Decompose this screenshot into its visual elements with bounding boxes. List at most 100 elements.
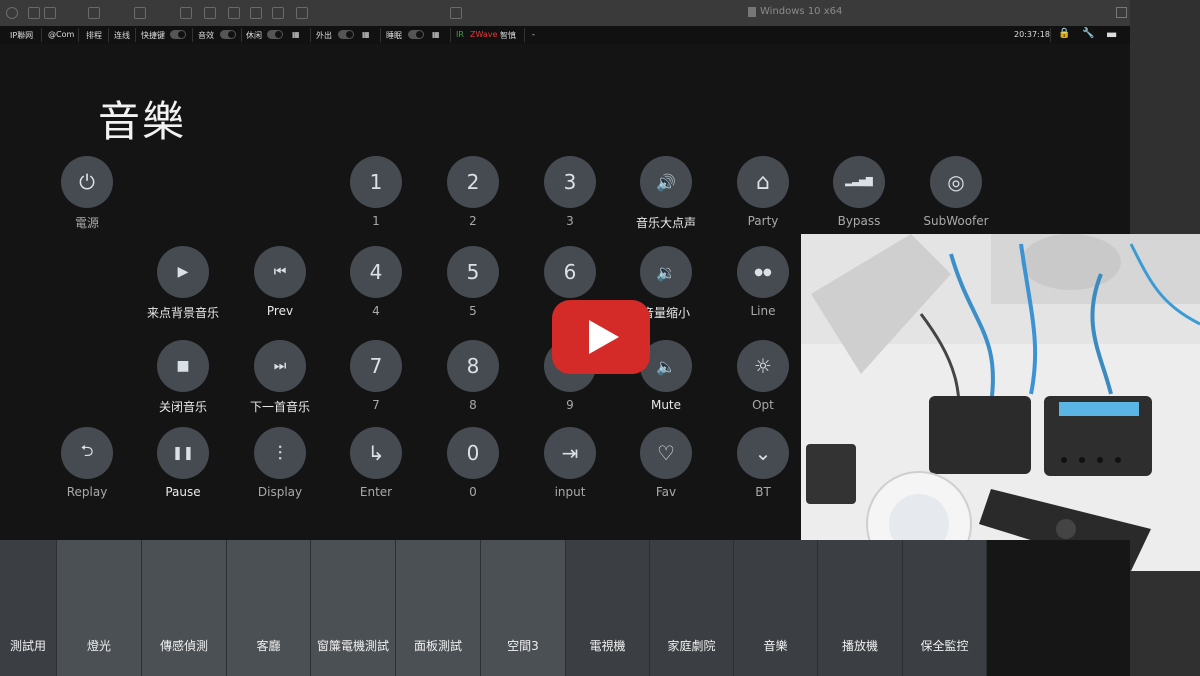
target-icon: ◎ [930, 156, 982, 208]
enter-button[interactable]: ↳ Enter [321, 427, 431, 499]
vm-screen-icon[interactable] [204, 7, 216, 19]
digit-7-icon: 7 [350, 340, 402, 392]
skip-back-icon: ⏮ [254, 246, 306, 298]
calendar-icon[interactable]: ▦ [292, 30, 300, 39]
toolbar-item[interactable]: 快捷键 [141, 30, 165, 41]
lock-icon[interactable]: 🔒 [1058, 28, 1070, 39]
digit-5-icon: 5 [447, 246, 499, 298]
vm-network-icon[interactable] [228, 7, 240, 19]
vm-drive-icon[interactable] [134, 7, 146, 19]
play-background-music-button[interactable]: ▶ 来点背景音乐 [128, 246, 238, 321]
digit-6-icon: 6 [544, 246, 596, 298]
input-button[interactable]: ⇥ input [515, 427, 625, 499]
replay-icon: ⮌ [61, 427, 113, 479]
vm-pause-icon[interactable] [28, 7, 40, 19]
fav-button[interactable]: ♡ Fav [611, 427, 721, 499]
tab-sensors[interactable]: 傳感偵測 [142, 540, 227, 676]
toolbar-item[interactable]: @Com [48, 30, 74, 39]
calendar-icon[interactable]: ▦ [362, 30, 370, 39]
party-button[interactable]: ⌂ Party [708, 156, 818, 228]
digit-8-icon: 8 [447, 340, 499, 392]
play-icon: ▶ [157, 246, 209, 298]
page-title: 音樂 [98, 97, 187, 146]
display-button[interactable]: ⫶ Display [225, 427, 335, 499]
digit-4-button[interactable]: 44 [321, 246, 431, 318]
toolbar-item[interactable]: 排程 [86, 30, 102, 41]
vm-snapshot-icon[interactable] [44, 7, 56, 19]
vm-share-icon[interactable] [296, 7, 308, 19]
chevron-icon: ⌄ [737, 427, 789, 479]
bottom-tab-bar: 測試用 燈光 傳感偵測 客廳 窗簾電機測試 面板測試 空間3 電視機 家庭劇院 … [0, 540, 987, 676]
digit-2-icon: 2 [447, 156, 499, 208]
digit-3-icon: 3 [544, 156, 596, 208]
line-input-icon: ●● [737, 246, 789, 298]
vm-document-icon [748, 7, 756, 17]
stop-music-button[interactable]: ■ 关闭音乐 [128, 340, 238, 415]
digit-0-icon: 0 [447, 427, 499, 479]
input-icon: ⇥ [544, 427, 596, 479]
digit-0-button[interactable]: 00 [418, 427, 528, 499]
toolbar-item[interactable]: IP聯网 [10, 30, 33, 41]
wrench-icon[interactable]: 🔧 [1082, 28, 1094, 39]
tab-curtain-motor-test[interactable]: 窗簾電機測試 [311, 540, 396, 676]
replay-button[interactable]: ⮌ Replay [32, 427, 142, 499]
tab-lighting[interactable]: 燈光 [57, 540, 142, 676]
hardware-photo [801, 234, 1200, 571]
vm-restore-icon[interactable] [1116, 7, 1127, 18]
enter-arrow-icon: ↳ [350, 427, 402, 479]
tab-panel-test[interactable]: 面板測試 [396, 540, 481, 676]
tab-bar-filler [987, 540, 1130, 676]
vm-settings-icon[interactable] [88, 7, 100, 19]
tab-home-theater[interactable]: 家庭劇院 [650, 540, 734, 676]
youtube-play-icon[interactable] [552, 300, 650, 374]
toolbar-item[interactable]: 连线 [114, 30, 130, 41]
digit-1-button[interactable]: 11 [321, 156, 431, 228]
digit-8-button[interactable]: 88 [418, 340, 528, 412]
digit-2-button[interactable]: 22 [418, 156, 528, 228]
tab-test[interactable]: 測試用 [0, 540, 57, 676]
sleep-toggle[interactable] [408, 30, 424, 39]
digit-5-button[interactable]: 55 [418, 246, 528, 318]
digit-1-icon: 1 [350, 156, 402, 208]
next-track-button[interactable]: ⏭ 下一首音乐 [225, 340, 335, 415]
vm-titlebar: Windows 10 x64 [0, 0, 1130, 27]
stop-icon: ■ [157, 340, 209, 392]
volume-down-icon: 🔉 [640, 246, 692, 298]
status-dash: - [532, 30, 535, 39]
toolbar-item[interactable]: 音效 [198, 30, 214, 41]
tab-tv[interactable]: 電視機 [566, 540, 650, 676]
toolbar-item[interactable]: 睡眠 [386, 30, 402, 41]
vm-audio-icon[interactable] [250, 7, 262, 19]
toolbar-item[interactable]: 休闲 [246, 30, 262, 41]
digit-4-icon: 4 [350, 246, 402, 298]
volume-loud-button[interactable]: 🔊 音乐大点声 [611, 156, 721, 231]
vm-menu-icon[interactable] [6, 7, 18, 19]
clock: 20:37:18 [1014, 30, 1050, 39]
leisure-toggle[interactable] [267, 30, 283, 39]
video-overlay[interactable] [801, 234, 1200, 571]
digit-3-button[interactable]: 33 [515, 156, 625, 228]
tab-space-3[interactable]: 空間3 [481, 540, 566, 676]
toolbar-item[interactable]: 外出 [316, 30, 332, 41]
vm-back-icon[interactable] [180, 7, 192, 19]
tab-living-room[interactable]: 客廳 [227, 540, 311, 676]
tab-security[interactable]: 保全監控 [903, 540, 987, 676]
vm-window-icon[interactable] [450, 7, 462, 19]
bypass-button[interactable]: ▂▃▅▇ Bypass [804, 156, 914, 228]
sliders-icon: ⫶ [254, 427, 306, 479]
subwoofer-button[interactable]: ◎ SubWoofer [901, 156, 1011, 228]
prev-button[interactable]: ⏮ Prev [225, 246, 335, 318]
vm-usb-icon[interactable] [272, 7, 284, 19]
away-toggle[interactable] [338, 30, 354, 39]
calendar-icon[interactable]: ▦ [432, 30, 440, 39]
volume-up-icon: 🔊 [640, 156, 692, 208]
sound-toggle[interactable] [220, 30, 236, 39]
digit-7-button[interactable]: 77 [321, 340, 431, 412]
app-toolbar: IP聯网 @Com 排程 连线 快捷键 音效 休闲 ▦ 外出 ▦ 睡眠 ▦ IR… [0, 26, 1130, 45]
power-button[interactable]: ⏻ 電源 [32, 156, 142, 231]
hotkey-toggle[interactable] [170, 30, 186, 39]
pause-button[interactable]: ❚❚ Pause [128, 427, 238, 499]
tab-player[interactable]: 播放機 [818, 540, 903, 676]
menu-icon[interactable]: ▬ [1106, 27, 1117, 41]
tab-music[interactable]: 音樂 [734, 540, 818, 676]
